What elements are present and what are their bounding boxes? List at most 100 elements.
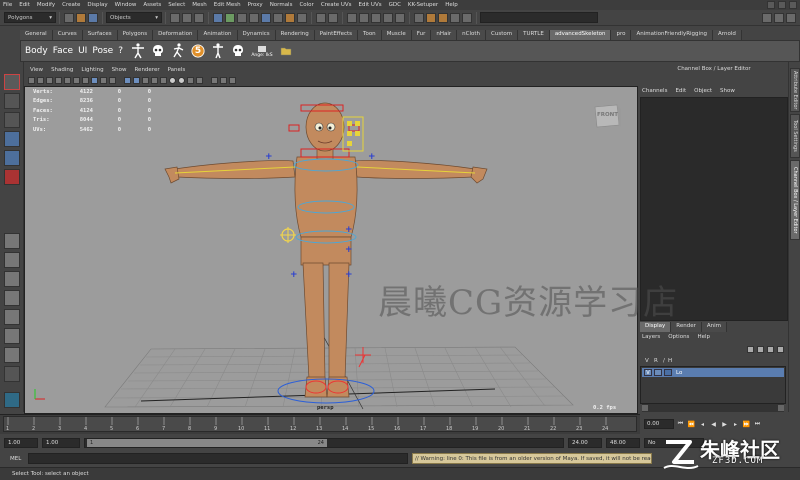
menu-modify[interactable]: Modify [37,2,55,8]
open-scene-icon[interactable] [76,12,86,23]
camera-attributes-icon[interactable] [37,77,44,84]
selection-mode-dropdown[interactable]: Objects ▾ [106,12,162,23]
lasso-tool-icon[interactable] [4,93,20,109]
select-deformers-icon[interactable] [261,12,271,23]
cb-menu-object[interactable]: Object [694,88,712,94]
construction-history-icon[interactable] [414,12,424,23]
lock-selection-icon[interactable] [316,12,326,23]
step-back-frame-icon[interactable]: ◂ [698,420,707,429]
toggle-attribute-editor-icon[interactable] [762,12,772,23]
cb-menu-show[interactable]: Show [720,88,735,94]
menu-normals[interactable]: Normals [270,2,293,8]
menu-edit[interactable]: Edit [19,2,30,8]
new-empty-layer-icon[interactable] [767,345,774,353]
snap-view-plane-icon[interactable] [383,12,393,23]
toggle-tool-settings-icon[interactable] [774,12,784,23]
vp-menu-view[interactable]: View [30,67,43,73]
shelf-tab-polygons[interactable]: Polygons [117,30,154,40]
skull-small-icon[interactable] [231,43,245,59]
render-frame-icon[interactable] [426,12,436,23]
layer-reference-toggle[interactable] [654,369,662,376]
shelf-button-pose[interactable]: Pose [92,46,113,56]
snap-curve-icon[interactable] [359,12,369,23]
layout-graph-icon[interactable] [4,309,20,325]
current-frame-field[interactable]: 0.00 [644,419,674,429]
mel-label[interactable]: MEL [0,456,28,462]
film-gate-icon[interactable] [73,77,80,84]
layout-more-icon[interactable] [4,366,20,382]
step-forward-key-icon[interactable]: ⏩ [742,420,751,429]
isolate-select-icon[interactable] [211,77,218,84]
shelf-button-ui[interactable]: UI [78,46,87,56]
menu-select[interactable]: Select [168,2,185,8]
vp-menu-shading[interactable]: Shading [51,67,73,73]
command-input[interactable] [28,453,408,464]
menu-create-uvs[interactable]: Create UVs [321,2,352,8]
render-settings-icon[interactable] [450,12,460,23]
move-tool-icon[interactable] [4,131,20,147]
shelf-tab-animationfriendlyrigging[interactable]: AnimationFriendlyRigging [631,30,714,40]
play-backwards-icon[interactable]: ◀ [709,420,718,429]
layer-color-swatch[interactable] [664,369,672,376]
shelf-tab-dynamics[interactable]: Dynamics [237,30,276,40]
scale-tool-icon[interactable] [4,169,20,185]
tab-attribute-editor[interactable]: Attribute Editor [790,68,800,112]
time-slider[interactable]: 1 2 3 4 5 6 7 8 9 10 11 12 13 14 15 16 1… [3,416,637,432]
move-layer-down-icon[interactable] [757,345,764,353]
layout-two-icon[interactable] [4,271,20,287]
move-layer-up-icon[interactable] [747,345,754,353]
menu-mesh[interactable]: Mesh [192,2,206,8]
shelf-tab-custom[interactable]: Custom [486,30,519,40]
snap-grid-icon[interactable] [347,12,357,23]
scroll-left-icon[interactable] [642,405,648,411]
layer-row[interactable]: V Lo [642,368,784,377]
layout-four-icon[interactable] [4,252,20,268]
scroll-right-icon[interactable] [778,405,784,411]
shelf-tab-painteffects[interactable]: PaintEffects [314,30,359,40]
xray-joints-icon[interactable] [229,77,236,84]
menu-proxy[interactable]: Proxy [248,2,263,8]
menu-window[interactable]: Window [115,2,137,8]
cb-menu-channels[interactable]: Channels [642,88,667,94]
xray-icon[interactable] [220,77,227,84]
toggle-channel-box-icon[interactable] [786,12,796,23]
menu-edit-uvs[interactable]: Edit UVs [359,2,382,8]
shelf-tab-muscle[interactable]: Muscle [381,30,412,40]
textured-icon[interactable] [151,77,158,84]
select-curves-icon[interactable] [237,12,247,23]
maximize-icon[interactable] [778,1,786,9]
tab-channel-box[interactable]: Channel Box / Layer Editor [790,160,800,240]
shelf-tab-general[interactable]: General [20,30,53,40]
playback-start-field[interactable]: 1.00 [42,438,80,448]
shelf-tab-curves[interactable]: Curves [52,30,83,40]
shelf-tab-turtle[interactable]: TURTLE [518,30,550,40]
animation-end-field[interactable]: 48.00 [606,438,640,448]
lights-icon[interactable] [160,77,167,84]
shelf-button-body[interactable]: Body [25,46,48,56]
select-handles-icon[interactable] [213,12,223,23]
shelf-tab-pro[interactable]: pro [611,30,632,40]
step-back-key-icon[interactable]: ⏪ [687,420,696,429]
hypershade-icon[interactable] [462,12,472,23]
wireframe-icon[interactable] [124,77,131,84]
shelf-tab-advancedskeleton[interactable]: advancedSkeleton [549,30,612,40]
select-rendering-icon[interactable] [285,12,295,23]
component-mode-icon[interactable] [194,12,204,23]
layout-single-icon[interactable] [4,233,20,249]
resolution-gate-icon[interactable] [82,77,89,84]
gate-mask-icon[interactable] [91,77,98,84]
make-live-icon[interactable] [395,12,405,23]
ambient-occlusion-icon[interactable] [178,77,185,84]
select-joints-icon[interactable] [225,12,235,23]
range-slider[interactable]: 1 24 [84,438,564,448]
layer-list-scrollbar[interactable] [642,404,784,412]
hierarchy-mode-icon[interactable] [170,12,180,23]
shelf-tab-rendering[interactable]: Rendering [275,30,315,40]
layer-visibility-toggle[interactable]: V [644,369,652,376]
vp-menu-lighting[interactable]: Lighting [81,67,103,73]
shelf-button-face[interactable]: Face [53,46,73,56]
select-surfaces-icon[interactable] [249,12,259,23]
layer-menu-help[interactable]: Help [697,334,710,340]
minimize-icon[interactable] [767,1,775,9]
menu-color[interactable]: Color [299,2,313,8]
